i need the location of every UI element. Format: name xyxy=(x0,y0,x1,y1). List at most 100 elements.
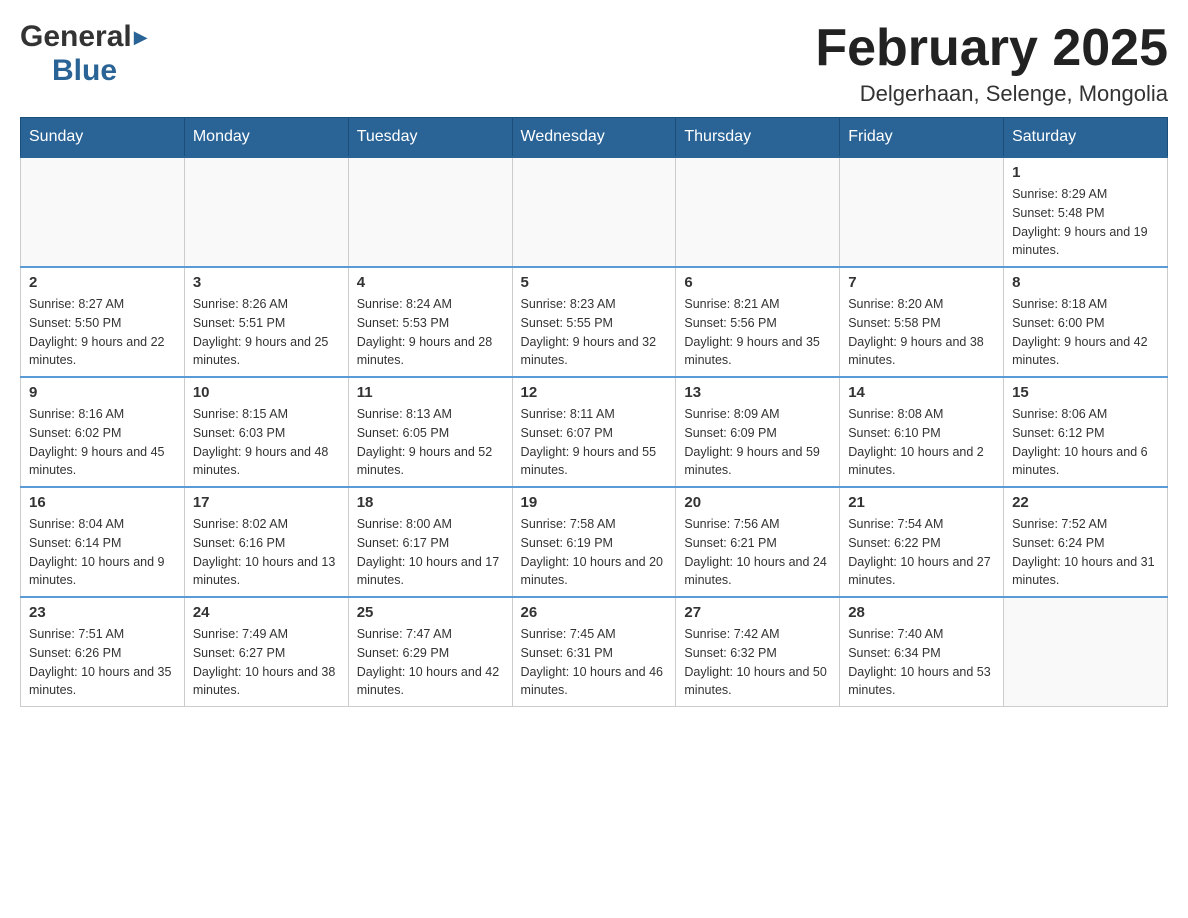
day-number: 25 xyxy=(357,604,504,621)
logo: General Blue xyxy=(20,20,148,88)
weekday-header-saturday: Saturday xyxy=(1004,118,1168,158)
calendar-day-cell: 7 Sunrise: 8:20 AMSunset: 5:58 PMDaylight… xyxy=(840,267,1004,377)
calendar-day-cell: 2 Sunrise: 8:27 AMSunset: 5:50 PMDaylight… xyxy=(21,267,185,377)
day-number: 6 xyxy=(684,274,831,291)
calendar-day-cell xyxy=(348,157,512,267)
calendar-day-cell: 11 Sunrise: 8:13 AMSunset: 6:05 PMDayligh… xyxy=(348,377,512,487)
calendar-day-cell: 25 Sunrise: 7:47 AMSunset: 6:29 PMDayligh… xyxy=(348,597,512,707)
weekday-header-tuesday: Tuesday xyxy=(348,118,512,158)
day-info: Sunrise: 7:49 AMSunset: 6:27 PMDaylight:… xyxy=(193,625,340,700)
calendar-day-cell xyxy=(512,157,676,267)
page-header: General Blue February 2025 Delgerhaan, S… xyxy=(20,20,1168,107)
weekday-header-thursday: Thursday xyxy=(676,118,840,158)
calendar-day-cell: 4Sunrise: 8:24 AMSunset: 5:53 PMDaylight… xyxy=(348,267,512,377)
day-info: Sunrise: 8:26 AMSunset: 5:51 PMDaylight:… xyxy=(193,295,340,370)
day-number: 18 xyxy=(357,494,504,511)
day-info: Sunrise: 7:42 AMSunset: 6:32 PMDaylight:… xyxy=(684,625,831,700)
calendar-week-row: 1 Sunrise: 8:29 AMSunset: 5:48 PMDaylight… xyxy=(21,157,1168,267)
calendar-day-cell: 16 Sunrise: 8:04 AMSunset: 6:14 PMDayligh… xyxy=(21,487,185,597)
day-number: 1 xyxy=(1012,164,1159,181)
weekday-header-wednesday: Wednesday xyxy=(512,118,676,158)
day-info: Sunrise: 7:40 AMSunset: 6:34 PMDaylight:… xyxy=(848,625,995,700)
day-info: Sunrise: 7:58 AMSunset: 6:19 PMDaylight:… xyxy=(521,515,668,590)
day-info: Sunrise: 7:56 AMSunset: 6:21 PMDaylight:… xyxy=(684,515,831,590)
day-info: Sunrise: 8:13 AMSunset: 6:05 PMDaylight:… xyxy=(357,405,504,480)
calendar-day-cell: 21Sunrise: 7:54 AMSunset: 6:22 PMDayligh… xyxy=(840,487,1004,597)
weekday-header-monday: Monday xyxy=(184,118,348,158)
logo-blue-text: Blue xyxy=(52,54,117,88)
title-section: February 2025 Delgerhaan, Selenge, Mongo… xyxy=(815,20,1168,107)
day-number: 4 xyxy=(357,274,504,291)
day-number: 19 xyxy=(521,494,668,511)
month-title: February 2025 xyxy=(815,20,1168,77)
day-number: 28 xyxy=(848,604,995,621)
calendar-day-cell: 22 Sunrise: 7:52 AMSunset: 6:24 PMDayligh… xyxy=(1004,487,1168,597)
calendar-day-cell: 14 Sunrise: 8:08 AMSunset: 6:10 PMDayligh… xyxy=(840,377,1004,487)
calendar-week-row: 9Sunrise: 8:16 AMSunset: 6:02 PMDaylight… xyxy=(21,377,1168,487)
day-info: Sunrise: 8:08 AMSunset: 6:10 PMDaylight:… xyxy=(848,405,995,480)
calendar-day-cell: 24 Sunrise: 7:49 AMSunset: 6:27 PMDayligh… xyxy=(184,597,348,707)
calendar-day-cell: 23 Sunrise: 7:51 AMSunset: 6:26 PMDayligh… xyxy=(21,597,185,707)
day-number: 20 xyxy=(684,494,831,511)
location-title: Delgerhaan, Selenge, Mongolia xyxy=(815,81,1168,107)
day-info: Sunrise: 8:20 AMSunset: 5:58 PMDaylight:… xyxy=(848,295,995,370)
calendar-week-row: 2 Sunrise: 8:27 AMSunset: 5:50 PMDaylight… xyxy=(21,267,1168,377)
calendar-day-cell: 12 Sunrise: 8:11 AMSunset: 6:07 PMDayligh… xyxy=(512,377,676,487)
day-number: 13 xyxy=(684,384,831,401)
calendar-header-row: SundayMondayTuesdayWednesdayThursdayFrid… xyxy=(21,118,1168,158)
day-number: 8 xyxy=(1012,274,1159,291)
day-info: Sunrise: 8:18 AMSunset: 6:00 PMDaylight:… xyxy=(1012,295,1159,370)
day-info: Sunrise: 8:06 AMSunset: 6:12 PMDaylight:… xyxy=(1012,405,1159,480)
day-info: Sunrise: 7:52 AMSunset: 6:24 PMDaylight:… xyxy=(1012,515,1159,590)
day-number: 15 xyxy=(1012,384,1159,401)
day-number: 5 xyxy=(521,274,668,291)
day-info: Sunrise: 8:29 AMSunset: 5:48 PMDaylight:… xyxy=(1012,185,1159,260)
calendar-day-cell xyxy=(676,157,840,267)
day-number: 12 xyxy=(521,384,668,401)
day-number: 21 xyxy=(848,494,995,511)
calendar-day-cell xyxy=(1004,597,1168,707)
logo-general-text: General xyxy=(20,20,132,54)
weekday-header-friday: Friday xyxy=(840,118,1004,158)
calendar-day-cell: 5 Sunrise: 8:23 AMSunset: 5:55 PMDaylight… xyxy=(512,267,676,377)
day-number: 2 xyxy=(29,274,176,291)
day-info: Sunrise: 8:27 AMSunset: 5:50 PMDaylight:… xyxy=(29,295,176,370)
day-number: 26 xyxy=(521,604,668,621)
day-info: Sunrise: 8:09 AMSunset: 6:09 PMDaylight:… xyxy=(684,405,831,480)
day-info: Sunrise: 8:23 AMSunset: 5:55 PMDaylight:… xyxy=(521,295,668,370)
day-number: 23 xyxy=(29,604,176,621)
day-number: 7 xyxy=(848,274,995,291)
calendar-day-cell: 20 Sunrise: 7:56 AMSunset: 6:21 PMDayligh… xyxy=(676,487,840,597)
day-info: Sunrise: 8:21 AMSunset: 5:56 PMDaylight:… xyxy=(684,295,831,370)
calendar-day-cell: 13 Sunrise: 8:09 AMSunset: 6:09 PMDayligh… xyxy=(676,377,840,487)
day-info: Sunrise: 8:15 AMSunset: 6:03 PMDaylight:… xyxy=(193,405,340,480)
weekday-header-sunday: Sunday xyxy=(21,118,185,158)
day-number: 3 xyxy=(193,274,340,291)
day-number: 14 xyxy=(848,384,995,401)
calendar-day-cell: 27 Sunrise: 7:42 AMSunset: 6:32 PMDayligh… xyxy=(676,597,840,707)
calendar-day-cell: 19 Sunrise: 7:58 AMSunset: 6:19 PMDayligh… xyxy=(512,487,676,597)
calendar-week-row: 16 Sunrise: 8:04 AMSunset: 6:14 PMDayligh… xyxy=(21,487,1168,597)
calendar-day-cell: 28 Sunrise: 7:40 AMSunset: 6:34 PMDayligh… xyxy=(840,597,1004,707)
day-info: Sunrise: 7:51 AMSunset: 6:26 PMDaylight:… xyxy=(29,625,176,700)
calendar-day-cell: 1 Sunrise: 8:29 AMSunset: 5:48 PMDaylight… xyxy=(1004,157,1168,267)
calendar-table: SundayMondayTuesdayWednesdayThursdayFrid… xyxy=(20,117,1168,707)
day-info: Sunrise: 8:02 AMSunset: 6:16 PMDaylight:… xyxy=(193,515,340,590)
calendar-day-cell: 3 Sunrise: 8:26 AMSunset: 5:51 PMDaylight… xyxy=(184,267,348,377)
calendar-week-row: 23 Sunrise: 7:51 AMSunset: 6:26 PMDayligh… xyxy=(21,597,1168,707)
day-number: 27 xyxy=(684,604,831,621)
calendar-day-cell: 18Sunrise: 8:00 AMSunset: 6:17 PMDayligh… xyxy=(348,487,512,597)
day-info: Sunrise: 8:04 AMSunset: 6:14 PMDaylight:… xyxy=(29,515,176,590)
day-number: 17 xyxy=(193,494,340,511)
day-number: 24 xyxy=(193,604,340,621)
day-number: 22 xyxy=(1012,494,1159,511)
calendar-day-cell: 6 Sunrise: 8:21 AMSunset: 5:56 PMDaylight… xyxy=(676,267,840,377)
day-info: Sunrise: 8:11 AMSunset: 6:07 PMDaylight:… xyxy=(521,405,668,480)
day-number: 10 xyxy=(193,384,340,401)
day-number: 16 xyxy=(29,494,176,511)
calendar-day-cell: 15 Sunrise: 8:06 AMSunset: 6:12 PMDayligh… xyxy=(1004,377,1168,487)
calendar-day-cell: 8 Sunrise: 8:18 AMSunset: 6:00 PMDaylight… xyxy=(1004,267,1168,377)
calendar-day-cell: 9Sunrise: 8:16 AMSunset: 6:02 PMDaylight… xyxy=(21,377,185,487)
day-info: Sunrise: 7:47 AMSunset: 6:29 PMDaylight:… xyxy=(357,625,504,700)
day-number: 11 xyxy=(357,384,504,401)
